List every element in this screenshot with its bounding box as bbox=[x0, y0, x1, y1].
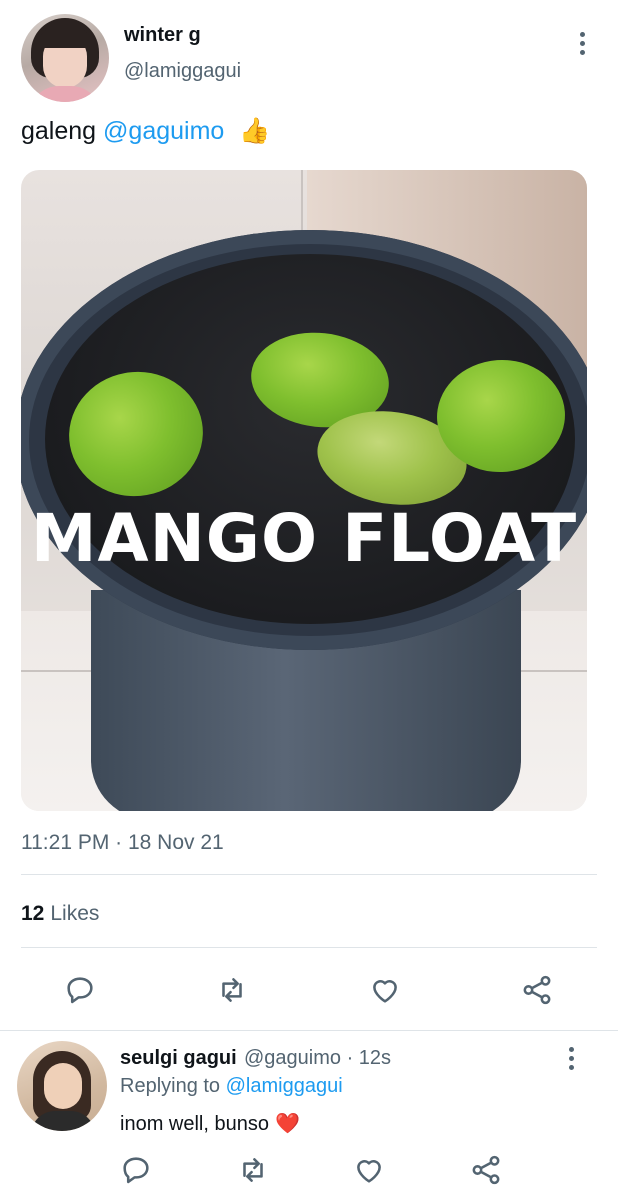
heart-icon bbox=[357, 1160, 381, 1183]
replying-to-link[interactable]: @lamiggagui bbox=[226, 1075, 343, 1097]
reply-author-avatar[interactable] bbox=[17, 1041, 107, 1131]
tweet-text-prefix: galeng bbox=[21, 117, 97, 145]
avatar-bangs bbox=[39, 26, 91, 48]
tweet-timestamp[interactable]: 11:21 PM · 18 Nov 21 bbox=[21, 831, 224, 855]
divider bbox=[0, 1030, 618, 1031]
reply-share-button[interactable] bbox=[468, 1152, 504, 1188]
red-heart-emoji: ❤️ bbox=[274, 1113, 300, 1135]
like-button[interactable] bbox=[367, 972, 403, 1008]
media-overlay-text: MANGO FLOAT bbox=[30, 500, 578, 577]
replying-to-prefix: Replying to bbox=[120, 1075, 221, 1097]
reply-icon bbox=[123, 1157, 149, 1184]
likes-count: 12 bbox=[21, 902, 45, 925]
share-icon bbox=[523, 975, 551, 1005]
tweet-text: galeng @gaguimo 👍 bbox=[21, 117, 270, 146]
retweet-icon bbox=[222, 978, 242, 1002]
thumbs-up-emoji: 👍 bbox=[239, 117, 271, 145]
replying-to: Replying to @lamiggagui bbox=[120, 1075, 343, 1098]
reply-retweet-button[interactable] bbox=[235, 1152, 271, 1188]
reply-button[interactable] bbox=[62, 972, 98, 1008]
tweet-media-image[interactable]: MANGO FLOAT bbox=[21, 170, 587, 811]
retweet-button[interactable] bbox=[214, 972, 250, 1008]
tweet-mention-link[interactable]: @gaguimo bbox=[103, 117, 224, 145]
author-avatar[interactable] bbox=[21, 14, 109, 102]
reply-more-options-icon[interactable] bbox=[561, 1047, 581, 1073]
author-handle[interactable]: @lamiggagui bbox=[124, 60, 241, 83]
likes-label: Likes bbox=[50, 902, 100, 925]
share-icon bbox=[472, 1155, 500, 1185]
reply-author-name[interactable]: seulgi gagui bbox=[120, 1047, 237, 1070]
author-name[interactable]: winter g bbox=[124, 24, 201, 47]
share-button[interactable] bbox=[519, 972, 555, 1008]
likes-count-link[interactable]: 12 Likes bbox=[21, 902, 99, 926]
reply-reply-button[interactable] bbox=[118, 1152, 154, 1188]
divider bbox=[21, 874, 597, 875]
reply-author-handle[interactable]: @gaguimo · 12s bbox=[244, 1047, 391, 1070]
avatar-shirt bbox=[29, 86, 101, 102]
reply-text: inom well, bunso ❤️ bbox=[120, 1111, 300, 1136]
reply-icon bbox=[67, 977, 93, 1004]
heart-icon bbox=[373, 980, 397, 1003]
reply-text-body: inom well, bunso bbox=[120, 1113, 269, 1135]
reply-like-button[interactable] bbox=[351, 1152, 387, 1188]
retweet-icon bbox=[243, 1158, 263, 1182]
more-options-icon[interactable] bbox=[572, 32, 592, 58]
divider bbox=[21, 947, 597, 948]
avatar-face bbox=[44, 1063, 82, 1109]
